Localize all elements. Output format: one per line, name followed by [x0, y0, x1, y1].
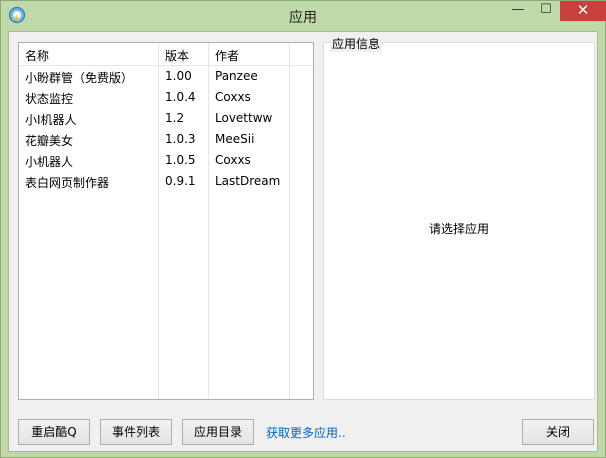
- maximize-button[interactable]: ☐: [532, 1, 560, 21]
- app-author: Coxxs: [215, 153, 251, 167]
- list-item[interactable]: 小I机器人 1.2 Lovettww: [19, 108, 313, 129]
- app-version: 1.00: [165, 69, 192, 83]
- get-more-apps-link[interactable]: 获取更多应用..: [266, 424, 346, 441]
- close-button[interactable]: 关闭: [522, 419, 594, 445]
- app-author: Coxxs: [215, 90, 251, 104]
- app-version: 1.0.3: [165, 132, 196, 146]
- app-name: 小I机器人: [25, 113, 77, 127]
- app-version: 0.9.1: [165, 174, 196, 188]
- list-item[interactable]: 表白网页制作器 0.9.1 LastDream: [19, 171, 313, 192]
- app-info-group: 请选择应用 应用信息: [323, 35, 595, 400]
- title-bar[interactable]: 应用 — ☐ ✕: [1, 1, 606, 31]
- app-author: Panzee: [215, 69, 258, 83]
- app-name: 小盼群管（免费版）: [25, 71, 134, 85]
- app-version: 1.0.4: [165, 90, 196, 104]
- list-item[interactable]: 花瓣美女 1.0.3 MeeSii: [19, 129, 313, 150]
- app-author: Lovettww: [215, 111, 273, 125]
- select-app-placeholder: 请选择应用: [428, 222, 489, 236]
- column-header-author[interactable]: 作者: [215, 47, 239, 64]
- column-header-name[interactable]: 名称: [25, 47, 49, 64]
- minimize-button[interactable]: —: [504, 1, 532, 21]
- list-item[interactable]: 状态监控 1.0.4 Coxxs: [19, 87, 313, 108]
- app-list[interactable]: 名称 版本 作者 小盼群管（免费版） 1.00 Panzee 状态监控 1.0.…: [18, 42, 314, 400]
- list-header: 名称 版本 作者: [19, 43, 313, 66]
- list-item[interactable]: 小盼群管（免费版） 1.00 Panzee: [19, 66, 313, 87]
- event-list-button[interactable]: 事件列表: [100, 419, 172, 445]
- app-name: 花瓣美女: [25, 134, 74, 148]
- list-item[interactable]: 小机器人 1.0.5 Coxxs: [19, 150, 313, 171]
- app-author: LastDream: [215, 174, 281, 188]
- column-header-version[interactable]: 版本: [165, 47, 189, 64]
- app-name: 小机器人: [25, 155, 74, 169]
- app-author: MeeSii: [215, 132, 255, 146]
- app-info-label: 应用信息: [330, 35, 383, 52]
- app-info-content: 请选择应用: [324, 43, 594, 399]
- restart-coolq-button[interactable]: 重启酷Q: [18, 419, 90, 445]
- app-name: 表白网页制作器: [25, 176, 110, 190]
- app-directory-button[interactable]: 应用目录: [182, 419, 254, 445]
- close-window-button[interactable]: ✕: [560, 1, 606, 21]
- app-name: 状态监控: [25, 92, 74, 106]
- app-window: 应用 — ☐ ✕ 名称 版本 作者 小盼群管（免费版） 1.00 Panzee …: [0, 0, 606, 458]
- app-version: 1.0.5: [165, 153, 196, 167]
- app-version: 1.2: [165, 111, 185, 125]
- client-area: 名称 版本 作者 小盼群管（免费版） 1.00 Panzee 状态监控 1.0.…: [8, 31, 598, 452]
